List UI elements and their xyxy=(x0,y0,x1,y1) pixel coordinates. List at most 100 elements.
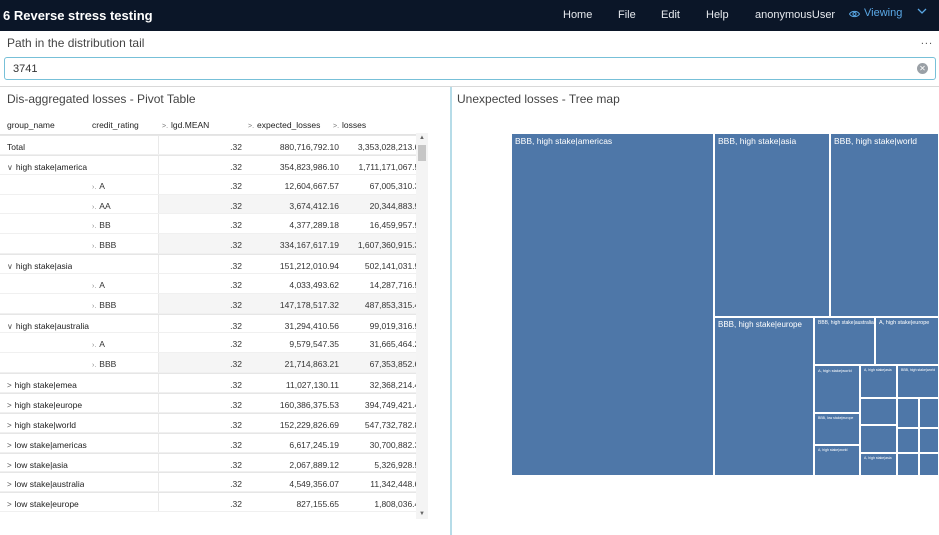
header-group-name[interactable]: group_name xyxy=(7,120,55,130)
treemap-tile-label: BBB, high stake|world xyxy=(834,136,917,146)
chevron-down-icon[interactable]: ∨ xyxy=(7,322,13,331)
chevron-right-icon[interactable]: > xyxy=(7,500,12,509)
pivot-child-row[interactable]: ›. BBB .32 21,714,863.21 67,353,852.64 xyxy=(0,353,428,374)
expected-losses-cell: 152,229,826.69 xyxy=(279,419,339,430)
expected-losses-cell: 334,167,617.19 xyxy=(279,240,339,251)
credit-rating-cell: ›. BBB xyxy=(92,300,116,310)
expected-losses-cell: 147,178,517.32 xyxy=(279,299,339,310)
group-name-label: high stake|asia xyxy=(15,261,73,272)
header-lgd-mean[interactable]: >. lgd.MEAN xyxy=(162,120,209,130)
lgd-mean-cell: .32 xyxy=(230,279,242,290)
header-expected-losses-label: expected_losses xyxy=(257,120,321,130)
top-nav-bar: 6 Reverse stress testing Home File Edit … xyxy=(0,0,939,31)
chevron-right-icon[interactable]: > xyxy=(7,401,12,410)
viewing-mode-toggle[interactable]: Viewing xyxy=(848,7,902,19)
expected-losses-cell: 9,579,547.35 xyxy=(289,339,339,350)
chevron-down-icon[interactable]: ∨ xyxy=(7,163,13,172)
pivot-group-row[interactable]: ∨ high stake|america .32 354,823,986.10 1,71… xyxy=(0,154,428,175)
group-name-cell: > low stake|europe xyxy=(7,499,79,509)
pivot-child-row[interactable]: ›. BBB .32 147,178,517.32 487,853,315.43 xyxy=(0,293,428,314)
pivot-child-row[interactable]: ›. BBB .32 334,167,617.19 1,607,360,915.34 xyxy=(0,234,428,255)
treemap-tile[interactable] xyxy=(897,453,919,476)
pivot-group-row[interactable]: ∨ high stake|australia .32 31,294,410.56 99,… xyxy=(0,313,428,334)
header-expected-losses[interactable]: >. expected_losses xyxy=(248,120,320,130)
treemap-tile[interactable]: BBB, low stake|europe xyxy=(814,413,860,445)
chevron-right-icon[interactable]: > xyxy=(7,441,12,450)
pivot-group-row[interactable]: > low stake|europe .32 827,155.65 1,808,036.… xyxy=(0,492,428,513)
losses-cell: 1,711,171,067.56 xyxy=(358,161,424,172)
treemap-tile[interactable]: BBB, high stake|australia xyxy=(814,317,875,365)
expected-losses-cell: 11,027,130.11 xyxy=(285,380,339,391)
sort-icon: >. xyxy=(333,123,340,130)
treemap-tile[interactable]: BBB, high stake|world xyxy=(897,365,939,398)
header-credit-rating[interactable]: credit_rating xyxy=(92,120,139,130)
group-name-cell: Total xyxy=(7,142,25,152)
treemap-tile[interactable]: BBB, high stake|asia xyxy=(714,133,830,317)
chevron-down-icon[interactable]: ∨ xyxy=(7,262,13,271)
pivot-group-row[interactable]: > low stake|asia .32 2,067,889.12 5,326,928.… xyxy=(0,452,428,473)
credit-rating-cell: ›. A xyxy=(92,280,105,290)
pivot-scrollbar[interactable]: ▲ ▼ xyxy=(416,133,428,519)
losses-cell: 3,353,028,213.68 xyxy=(357,142,424,152)
path-input[interactable] xyxy=(5,58,905,79)
nav-file[interactable]: File xyxy=(618,9,636,21)
nav-home[interactable]: Home xyxy=(563,9,592,21)
chevron-down-icon[interactable] xyxy=(917,6,927,18)
treemap-tile[interactable]: A, high stake|asia xyxy=(860,453,897,476)
more-options-button[interactable]: ... xyxy=(921,35,933,47)
chevron-right-icon[interactable]: > xyxy=(7,461,12,470)
treemap-tile[interactable]: A, high stake|world xyxy=(814,365,860,413)
lgd-mean-cell: .32 xyxy=(230,459,242,470)
lgd-mean-cell: .32 xyxy=(230,380,242,391)
expected-losses-cell: 4,033,493.62 xyxy=(289,279,339,290)
group-name-label: low stake|asia xyxy=(14,459,68,470)
panel-divider[interactable] xyxy=(450,87,452,535)
scroll-up-icon[interactable]: ▲ xyxy=(419,135,425,141)
group-name-cell: > high stake|world xyxy=(7,420,76,430)
scroll-down-icon[interactable]: ▼ xyxy=(419,511,425,517)
pivot-body: Total .32 880,716,792.10 3,353,028,213.68 ∨ h… xyxy=(0,135,428,513)
treemap-tile[interactable]: A, high stake|asia xyxy=(860,365,897,398)
lgd-mean-cell: .32 xyxy=(230,439,242,450)
clear-icon[interactable]: ✕ xyxy=(917,63,928,74)
treemap-tile[interactable]: BBB, high stake|world xyxy=(830,133,939,317)
treemap-tile-label: BBB, high stake|world xyxy=(901,368,936,372)
credit-rating-label: A xyxy=(99,180,105,191)
chevron-right-icon[interactable]: > xyxy=(7,421,12,430)
pivot-child-row[interactable]: ›. A .32 12,604,667.57 67,005,310.31 xyxy=(0,174,428,195)
pivot-child-row[interactable]: ›. BB .32 4,377,289.18 16,459,957.98 xyxy=(0,214,428,235)
lgd-mean-cell: .32 xyxy=(230,200,242,211)
treemap-tile[interactable] xyxy=(860,398,897,425)
member-icon: ›. xyxy=(92,342,97,350)
treemap-tile[interactable] xyxy=(897,398,919,428)
nav-help[interactable]: Help xyxy=(706,9,729,21)
pivot-group-row[interactable]: > low stake|americas .32 6,617,245.19 30,700… xyxy=(0,432,428,453)
treemap-tile[interactable] xyxy=(897,428,919,453)
treemap-tile[interactable]: BBB, high stake|americas xyxy=(511,133,714,476)
member-icon: ›. xyxy=(92,302,97,310)
pivot-group-row[interactable]: > high stake|europe .32 160,386,375.53 394,7… xyxy=(0,392,428,413)
group-name-label: low stake|europe xyxy=(14,499,79,510)
treemap-tile[interactable] xyxy=(919,453,939,476)
treemap-tile[interactable] xyxy=(919,398,939,428)
pivot-group-row[interactable]: ∨ high stake|asia .32 151,212,010.94 502,141… xyxy=(0,254,428,274)
treemap-tile[interactable]: BBB, high stake|europe xyxy=(714,317,814,476)
treemap-tile[interactable] xyxy=(919,428,939,453)
nav-user[interactable]: anonymousUser xyxy=(755,9,835,21)
chevron-right-icon[interactable]: > xyxy=(7,480,12,489)
pivot-child-row[interactable]: ›. A .32 4,033,493.62 14,287,716.56 xyxy=(0,273,428,294)
pivot-group-row[interactable]: > high stake|world .32 152,229,826.69 547,73… xyxy=(0,412,428,433)
group-name-cell: ∨ high stake|australia xyxy=(7,321,89,331)
nav-edit[interactable]: Edit xyxy=(661,9,680,21)
treemap-tile[interactable] xyxy=(860,425,897,453)
pivot-child-row[interactable]: ›. AA .32 3,674,412.16 20,344,883.92 xyxy=(0,194,428,215)
treemap-tile-label: BBB, high stake|europe xyxy=(718,320,802,329)
header-losses[interactable]: >. losses xyxy=(333,120,366,130)
pivot-group-row[interactable]: > low stake|australia .32 4,549,356.07 11,34… xyxy=(0,472,428,493)
scroll-thumb[interactable] xyxy=(418,145,426,161)
treemap-tile[interactable]: A, high stake|world xyxy=(814,445,860,476)
treemap-tile[interactable]: A, high stake|europe xyxy=(875,317,939,365)
pivot-group-row[interactable]: > high stake|emea .32 11,027,130.11 32,368,2… xyxy=(0,373,428,393)
pivot-child-row[interactable]: ›. A .32 9,579,547.35 31,665,464.27 xyxy=(0,333,428,354)
chevron-right-icon[interactable]: > xyxy=(7,381,12,390)
